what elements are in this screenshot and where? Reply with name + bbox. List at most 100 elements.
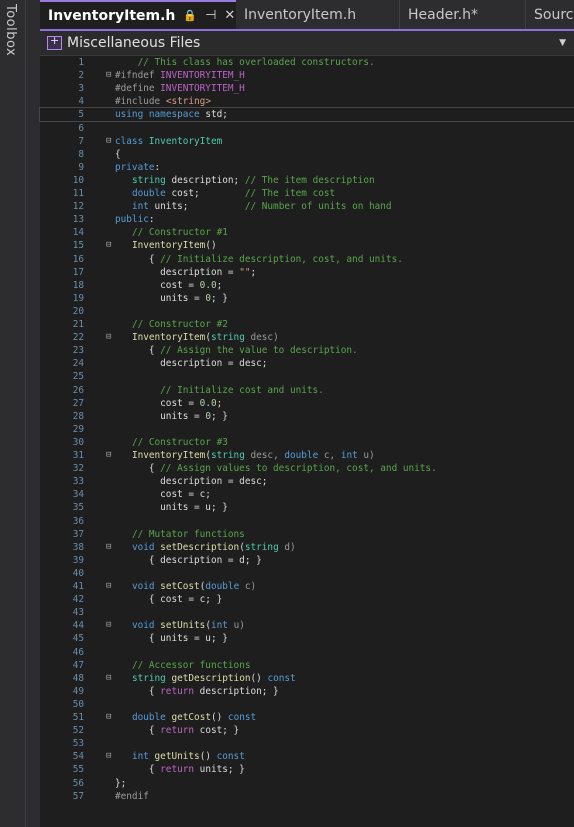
- code-line[interactable]: 21 // Constructor #2: [40, 318, 574, 331]
- code-line[interactable]: 8{: [40, 148, 574, 161]
- tab-inventoryitem-h[interactable]: InventoryItem.h: [236, 0, 400, 29]
- code-line[interactable]: 42 { cost = c; }: [40, 593, 574, 606]
- line-number: 31: [72, 450, 84, 461]
- code-line[interactable]: 30 // Constructor #3: [40, 436, 574, 449]
- code-line[interactable]: 38 ⊟ void setDescription(string d): [40, 541, 574, 554]
- code-line[interactable]: 55 { return units; }: [40, 763, 574, 776]
- code-line[interactable]: 24 description = desc;: [40, 357, 574, 370]
- code-line[interactable]: 32 { // Assign values to description, co…: [40, 462, 574, 475]
- code-line[interactable]: 54 ⊟ int getUnits() const: [40, 750, 574, 763]
- code-line[interactable]: 39 { description = d; }: [40, 554, 574, 567]
- code-line[interactable]: 3 #define INVENTORYITEM_H: [40, 82, 574, 95]
- fold-toggle-icon[interactable]: ⊟: [106, 672, 114, 685]
- code-line[interactable]: 1 // This class has overloaded construct…: [40, 56, 574, 69]
- code-line[interactable]: 50: [40, 698, 574, 711]
- code-line[interactable]: 5 using namespace std;: [39, 107, 574, 123]
- code-line[interactable]: 41 ⊟ void setCost(double c): [40, 580, 574, 593]
- toolbox-label[interactable]: Toolbox: [3, 4, 18, 56]
- line-number: 38: [72, 541, 84, 553]
- line-number: 21: [72, 319, 84, 330]
- fold-toggle-icon[interactable]: ⊟: [106, 135, 114, 148]
- code-line[interactable]: 23 { // Assign the value to description.: [40, 344, 574, 357]
- code-line[interactable]: 27 cost = 0.0;: [40, 397, 574, 410]
- tab-source[interactable]: Sourc: [526, 0, 574, 29]
- code-line[interactable]: 12 int units; // Number of units on hand: [40, 200, 574, 213]
- code-editor[interactable]: 1 // This class has overloaded construct…: [39, 56, 574, 827]
- code-line[interactable]: 10 string description; // The item descr…: [40, 174, 574, 187]
- line-number: 1: [78, 57, 84, 68]
- project-dropdown-label[interactable]: Miscellaneous Files: [67, 35, 200, 51]
- fold-toggle-icon[interactable]: ⊟: [106, 69, 114, 82]
- code-line[interactable]: 57 #endif: [40, 790, 574, 803]
- code-text: description = desc;: [115, 476, 268, 488]
- fold-toggle-icon[interactable]: ⊟: [106, 331, 114, 344]
- code-line[interactable]: 6: [40, 122, 574, 135]
- project-navigation-bar[interactable]: Miscellaneous Files ▼: [40, 31, 574, 56]
- code-line[interactable]: 36: [40, 515, 574, 528]
- code-line[interactable]: 35 units = u; }: [40, 501, 574, 514]
- code-line[interactable]: 25: [40, 370, 574, 383]
- code-line[interactable]: 48 ⊟ string getDescription() const: [40, 672, 574, 685]
- code-line[interactable]: 13 public:: [40, 213, 574, 226]
- code-line[interactable]: 20: [40, 305, 574, 318]
- code-text: using namespace std;: [115, 109, 228, 121]
- tab-inventoryitem-h-active[interactable]: InventoryItem.h 🔒 ⊣ ✕: [40, 0, 236, 29]
- code-line[interactable]: 56};: [40, 777, 574, 790]
- code-line[interactable]: 52 { return cost; }: [40, 724, 574, 737]
- code-line[interactable]: 9 private:: [40, 161, 574, 174]
- chevron-down-icon[interactable]: ▼: [559, 38, 566, 48]
- line-number: 11: [72, 188, 84, 199]
- code-text: { // Assign values to description, cost,…: [115, 463, 437, 475]
- line-number: 40: [72, 567, 84, 579]
- code-line[interactable]: 43: [40, 606, 574, 619]
- code-line[interactable]: 29: [40, 423, 574, 436]
- tab-header-h[interactable]: Header.h*: [400, 0, 526, 29]
- code-line[interactable]: 53: [40, 737, 574, 750]
- fold-toggle-icon[interactable]: ⊟: [106, 711, 114, 724]
- fold-toggle-icon[interactable]: ⊟: [106, 239, 114, 252]
- code-line[interactable]: 51 ⊟ double getCost() const: [40, 711, 574, 724]
- code-line[interactable]: 4 #include <string>: [40, 95, 574, 108]
- code-text: class InventoryItem: [115, 135, 223, 147]
- code-line[interactable]: 28 units = 0; }: [40, 410, 574, 423]
- fold-toggle-icon[interactable]: ⊟: [106, 619, 114, 632]
- code-line[interactable]: 16 { // Initialize description, cost, an…: [40, 253, 574, 266]
- fold-toggle-icon[interactable]: ⊟: [106, 580, 114, 593]
- fold-toggle-icon[interactable]: ⊟: [106, 750, 114, 763]
- code-line[interactable]: 49 { return description; }: [40, 685, 574, 698]
- code-line[interactable]: 26 // Initialize cost and units.: [40, 384, 574, 397]
- code-line[interactable]: 18 cost = 0.0;: [40, 279, 574, 292]
- code-line[interactable]: 15 ⊟ InventoryItem(): [40, 239, 574, 252]
- code-line[interactable]: 31 ⊟ InventoryItem(string desc, double c,…: [40, 449, 574, 462]
- code-text: { // Assign the value to description.: [115, 345, 358, 357]
- line-number: 29: [72, 423, 84, 435]
- code-line[interactable]: 40: [40, 567, 574, 580]
- line-number: 19: [72, 292, 84, 304]
- pin-icon[interactable]: ⊣: [205, 8, 216, 23]
- code-line[interactable]: 34 cost = c;: [40, 488, 574, 501]
- code-text: { description = d; }: [115, 554, 262, 566]
- line-number: 57: [72, 790, 84, 802]
- fold-toggle-icon[interactable]: ⊟: [106, 541, 114, 554]
- code-line[interactable]: 45 { units = u; }: [40, 632, 574, 645]
- line-number: 55: [72, 764, 84, 776]
- code-line[interactable]: 2 ⊟ #ifndef INVENTORYITEM_H: [40, 69, 574, 82]
- code-line[interactable]: 47 // Accessor functions: [40, 659, 574, 672]
- code-line[interactable]: 14 // Constructor #1: [40, 226, 574, 239]
- code-line[interactable]: 22 ⊟ InventoryItem(string desc): [40, 331, 574, 344]
- line-number: 5: [78, 109, 84, 121]
- code-line[interactable]: 44 ⊟ void setUnits(int u): [40, 619, 574, 632]
- code-line[interactable]: 17 description = "";: [40, 266, 574, 279]
- code-line[interactable]: 11 double cost; // The item cost: [40, 187, 574, 200]
- fold-toggle-icon[interactable]: ⊟: [106, 449, 114, 462]
- line-number: 13: [72, 214, 84, 226]
- code-line[interactable]: 33 description = desc;: [40, 475, 574, 488]
- code-line[interactable]: 7 ⊟ class InventoryItem: [40, 135, 574, 148]
- toolbox-panel[interactable]: Toolbox: [0, 0, 26, 827]
- code-line[interactable]: 37 // Mutator functions: [40, 528, 574, 541]
- code-line[interactable]: 19 units = 0; }: [40, 292, 574, 305]
- code-text: #ifndef INVENTORYITEM_H: [115, 70, 245, 82]
- line-number: 22: [72, 332, 84, 344]
- close-icon[interactable]: ✕: [224, 8, 235, 23]
- code-line[interactable]: 46: [40, 646, 574, 659]
